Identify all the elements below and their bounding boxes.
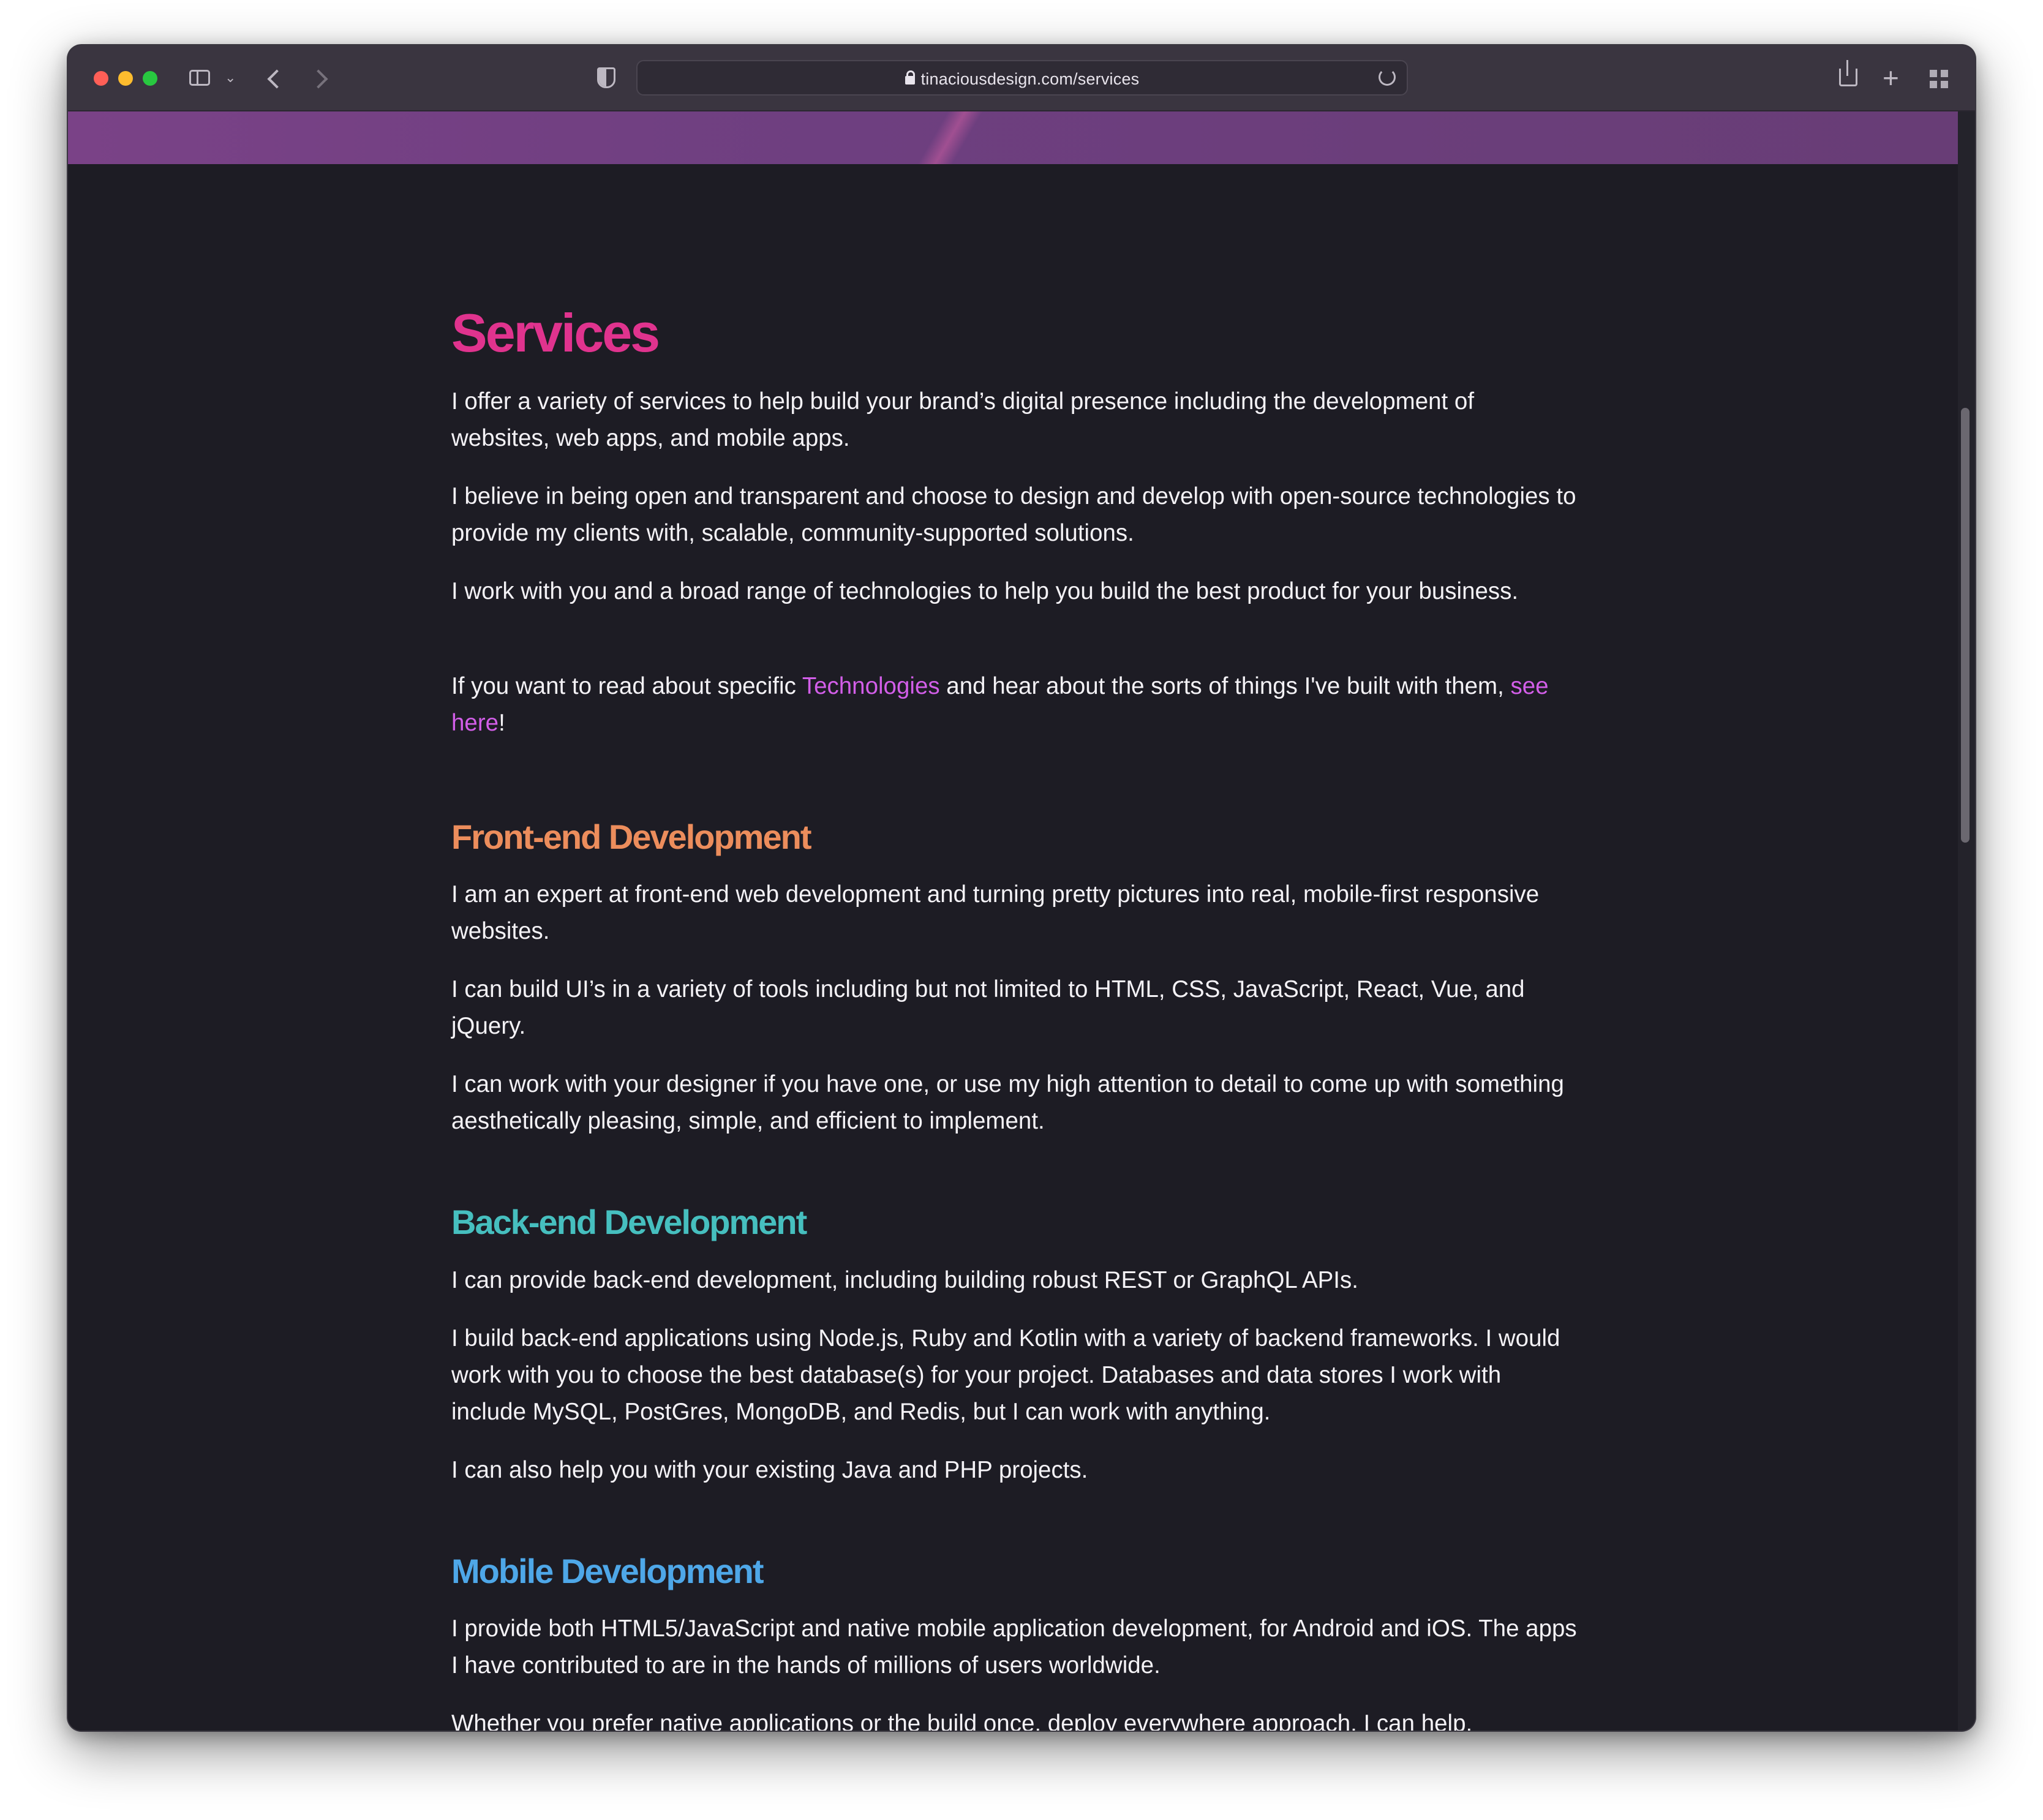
- privacy-shield-icon[interactable]: [597, 67, 615, 88]
- links-suffix: !: [499, 710, 505, 736]
- minimize-window-button[interactable]: [118, 71, 133, 86]
- header-banner: [68, 111, 1958, 164]
- backend-paragraph-3: I can also help you with your existing J…: [451, 1457, 1088, 1483]
- backend-paragraph-2: I build back-end applications using Node…: [451, 1325, 1560, 1425]
- mobile-paragraph-2: Whether you prefer native applications o…: [451, 1710, 1473, 1731]
- frontend-heading: Front-end Development: [451, 818, 811, 856]
- url-display[interactable]: tinaciousdesign.com/services: [638, 70, 1407, 89]
- links-prefix: If you want to read about specific: [451, 673, 802, 699]
- intro-paragraph-1: I offer a variety of services to help bu…: [451, 388, 1475, 451]
- scrollbar-track[interactable]: [1958, 111, 1975, 1731]
- close-window-button[interactable]: [94, 71, 108, 86]
- backend-paragraph-1: I can provide back-end development, incl…: [451, 1267, 1358, 1293]
- backend-heading: Back-end Development: [451, 1203, 807, 1241]
- technologies-link[interactable]: Technologies: [802, 673, 940, 699]
- scrollbar-thumb[interactable]: [1961, 408, 1970, 843]
- intro-paragraph-3: I work with you and a broad range of tec…: [451, 578, 1519, 604]
- links-paragraph: If you want to read about specific Techn…: [451, 668, 1578, 742]
- reload-icon[interactable]: [1379, 69, 1396, 86]
- frontend-paragraph-3: I can work with your designer if you hav…: [451, 1071, 1564, 1134]
- frontend-paragraph-2: I can build UI’s in a variety of tools i…: [451, 976, 1525, 1039]
- frontend-paragraph-1: I am an expert at front-end web developm…: [451, 881, 1540, 944]
- tab-overview-icon[interactable]: [1930, 70, 1948, 88]
- mobile-heading: Mobile Development: [451, 1552, 764, 1590]
- page-viewport: Services I offer a variety of services t…: [68, 111, 1958, 1731]
- browser-window: ⌄ tinaciousdesign.com/services + Service…: [68, 45, 1975, 1731]
- page-title: Services: [451, 303, 660, 363]
- zoom-window-button[interactable]: [143, 71, 157, 86]
- browser-toolbar: ⌄ tinaciousdesign.com/services +: [68, 45, 1975, 111]
- share-icon[interactable]: [1839, 60, 1857, 86]
- mobile-paragraph-1: I provide both HTML5/JavaScript and nati…: [451, 1615, 1577, 1679]
- address-bar[interactable]: tinaciousdesign.com/services: [636, 60, 1408, 96]
- chevron-down-icon[interactable]: ⌄: [225, 70, 236, 86]
- lock-icon: [905, 70, 915, 85]
- sidebar-toggle-icon[interactable]: [189, 70, 210, 86]
- forward-arrow-icon[interactable]: [309, 69, 328, 89]
- intro-paragraph-2: I believe in being open and transparent …: [451, 483, 1576, 546]
- new-tab-icon[interactable]: +: [1883, 64, 1899, 92]
- links-middle: and hear about the sorts of things I've …: [939, 673, 1511, 699]
- back-arrow-icon[interactable]: [267, 69, 287, 89]
- url-text: tinaciousdesign.com/services: [920, 70, 1140, 88]
